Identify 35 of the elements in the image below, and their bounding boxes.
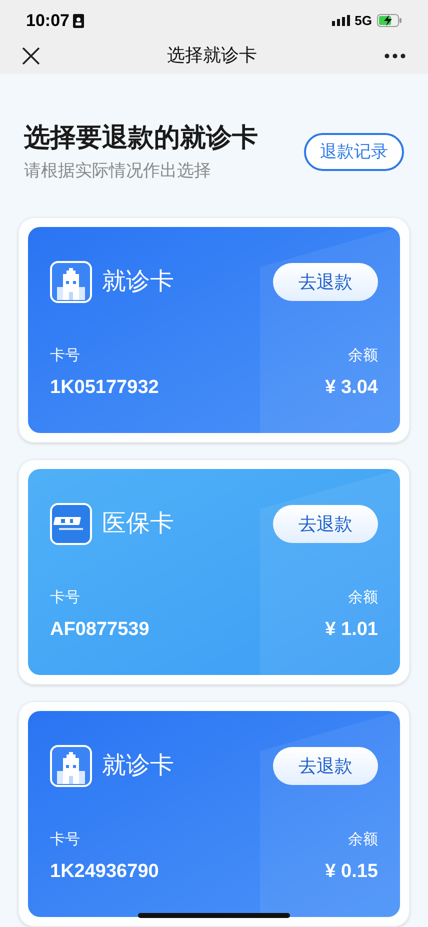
card-number-label: 卡号	[50, 346, 81, 366]
balance-amount: ¥ 1.01	[325, 618, 378, 642]
balance-label: 余额	[348, 346, 378, 366]
card-number-label: 卡号	[50, 830, 81, 850]
balance-amount: ¥ 0.15	[325, 860, 378, 884]
card-number-label: 卡号	[50, 588, 81, 608]
card-number: AF0877539	[50, 618, 150, 642]
refund-button[interactable]: 去退款	[273, 747, 378, 785]
section-subtitle: 请根据实际情况作出选择	[24, 160, 212, 182]
network-label: 5G	[354, 12, 372, 30]
contact-icon	[73, 14, 84, 28]
card-name: 就诊卡	[102, 270, 174, 294]
medical-card[interactable]: 就诊卡 去退款 卡号 1K05177932 余额 ¥ 3.04	[28, 227, 400, 433]
more-icon[interactable]	[384, 52, 406, 59]
card-name: 医保卡	[102, 512, 174, 536]
page-title: 选择就诊卡	[167, 44, 257, 68]
refund-button[interactable]: 去退款	[273, 505, 378, 543]
medical-card[interactable]: 医保卡 去退款 卡号 AF0877539 余额 ¥ 1.01	[28, 469, 400, 675]
refund-records-button[interactable]: 退款记录	[304, 133, 404, 171]
balance-label: 余额	[348, 830, 378, 850]
signal-icon	[332, 15, 350, 26]
close-icon[interactable]	[22, 46, 40, 65]
section-title: 选择要退款的就诊卡	[24, 121, 258, 154]
insurance-logo-icon	[50, 503, 92, 545]
hospital-icon	[50, 745, 92, 787]
hospital-icon	[50, 261, 92, 303]
status-time: 10:07	[26, 10, 70, 32]
refund-button[interactable]: 去退款	[273, 263, 378, 301]
balance-amount: ¥ 3.04	[325, 376, 378, 400]
balance-label: 余额	[348, 588, 378, 608]
battery-charging-icon	[377, 14, 402, 28]
medical-card[interactable]: 就诊卡 去退款 卡号 1K24936790 余额 ¥ 0.15	[28, 711, 400, 917]
card-number: 1K24936790	[50, 860, 159, 884]
card-number: 1K05177932	[50, 376, 159, 400]
card-name: 就诊卡	[102, 754, 174, 778]
